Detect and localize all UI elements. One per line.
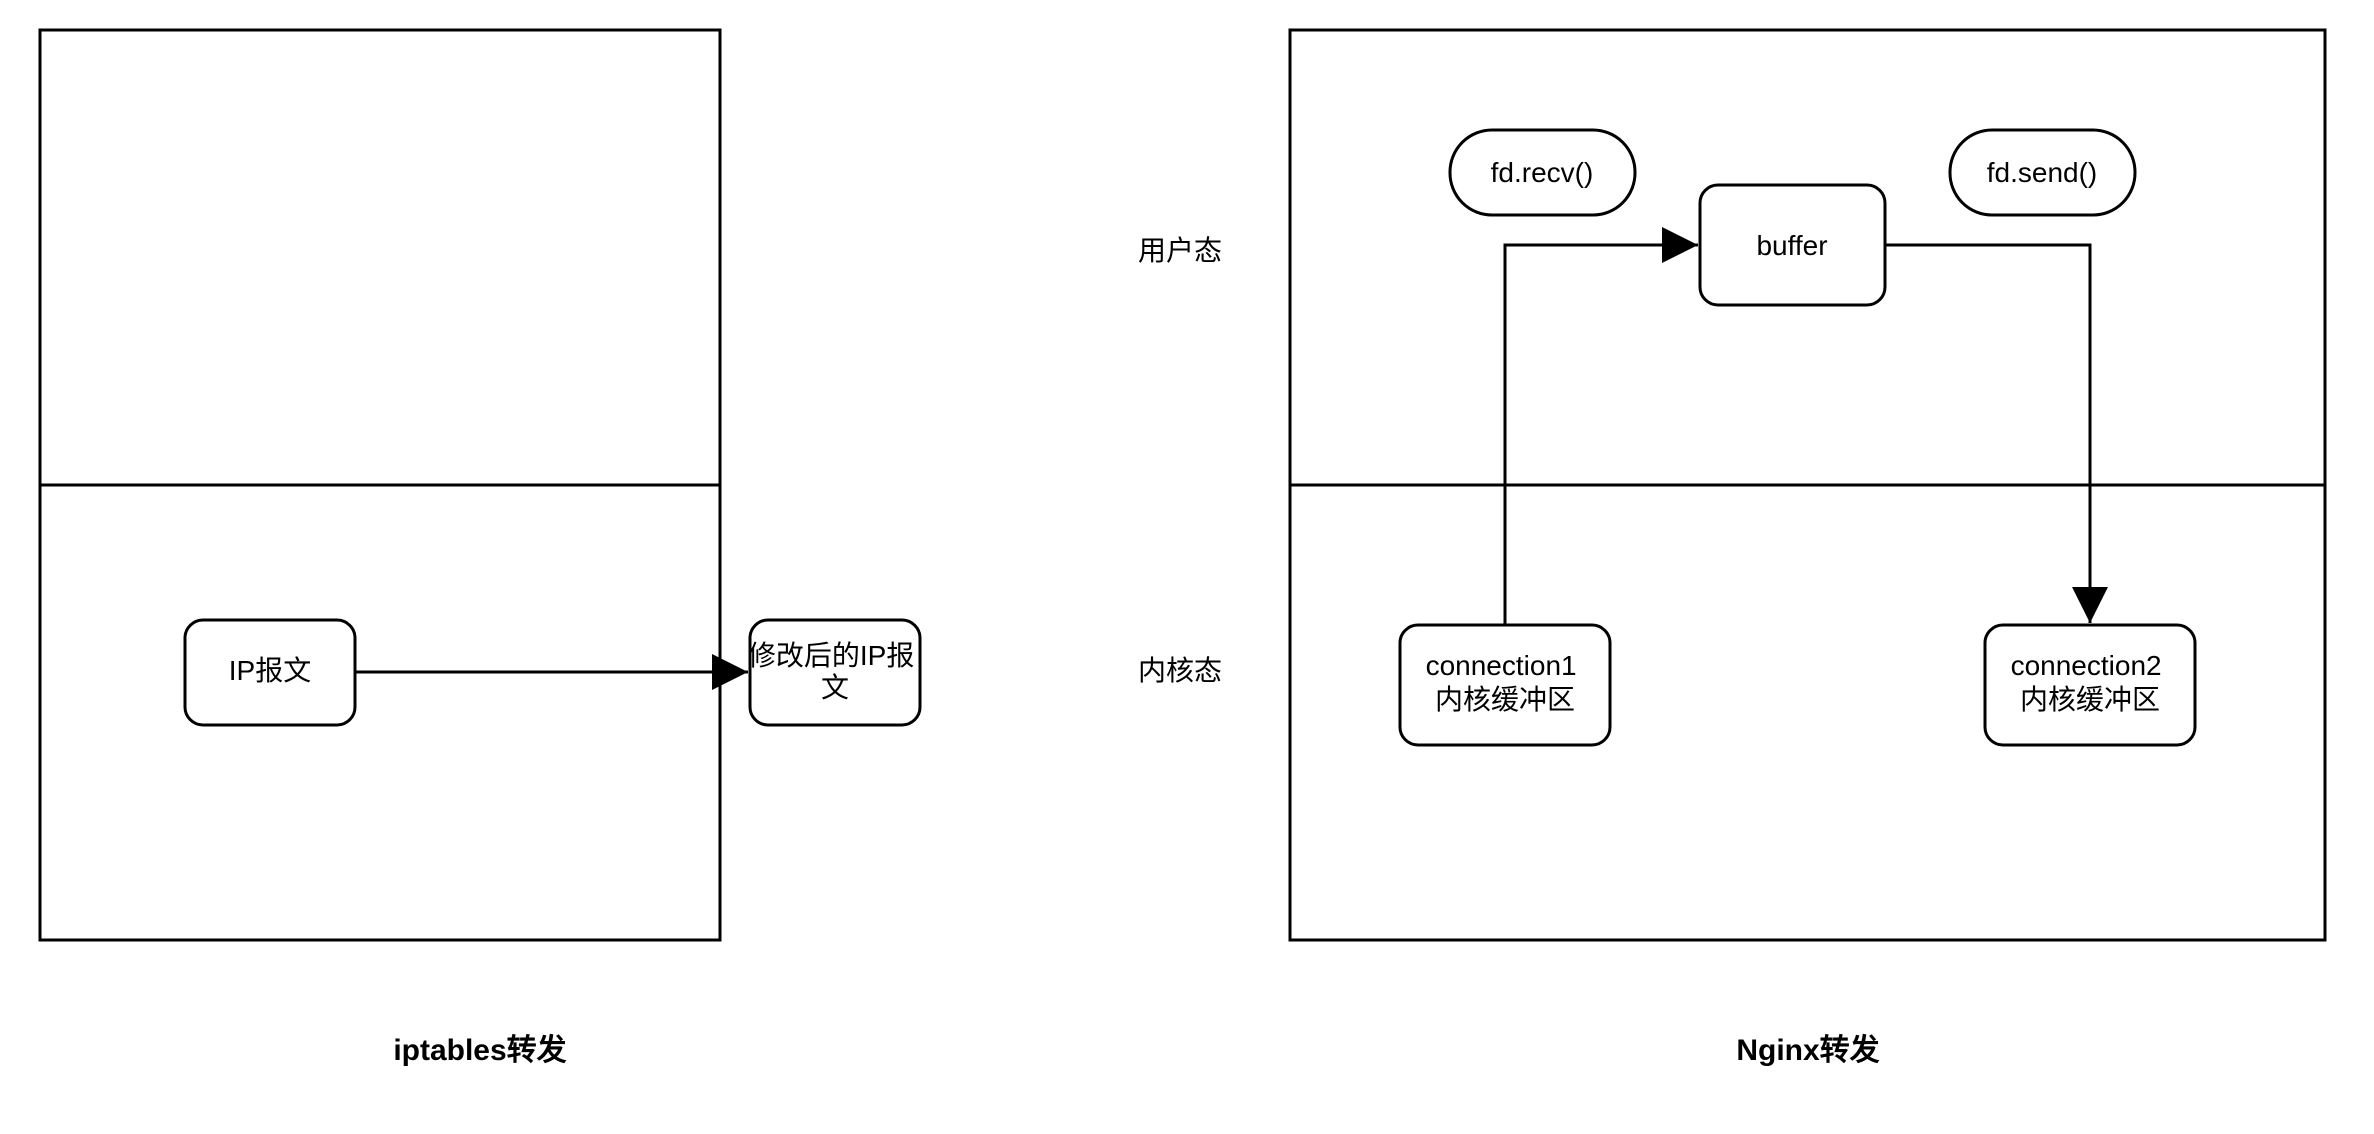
connection2-box: connection2 内核缓冲区	[1985, 625, 2195, 745]
kernel-space-label: 内核态	[1138, 655, 1222, 686]
ip-packet-box: IP报文	[185, 620, 355, 725]
fd-recv-box: fd.recv()	[1450, 130, 1635, 215]
modified-ip-packet-label-1: 修改后的IP报	[748, 640, 914, 671]
right-caption: Nginx转发	[1736, 1034, 1879, 1067]
connection2-l1: connection2	[2011, 650, 2162, 681]
buffer-box: buffer	[1700, 185, 1885, 305]
right-panel: fd.recv() fd.send() buffer connection1 内…	[1290, 30, 2325, 1067]
fd-recv-label: fd.recv()	[1491, 157, 1594, 188]
connection2-l2: 内核缓冲区	[2020, 684, 2160, 715]
connection1-l2: 内核缓冲区	[1435, 684, 1575, 715]
buffer-label: buffer	[1756, 230, 1827, 261]
fd-send-label: fd.send()	[1987, 157, 2098, 188]
left-caption: iptables转发	[393, 1034, 566, 1067]
connection1-l1: connection1	[1426, 650, 1577, 681]
ip-packet-label: IP报文	[229, 655, 311, 686]
connection1-box: connection1 内核缓冲区	[1400, 625, 1610, 745]
fd-send-box: fd.send()	[1950, 130, 2135, 215]
user-space-label: 用户态	[1138, 235, 1222, 266]
modified-ip-packet-box: 修改后的IP报 文	[748, 620, 922, 725]
left-panel: IP报文 修改后的IP报 文 iptables转发	[40, 30, 922, 1067]
